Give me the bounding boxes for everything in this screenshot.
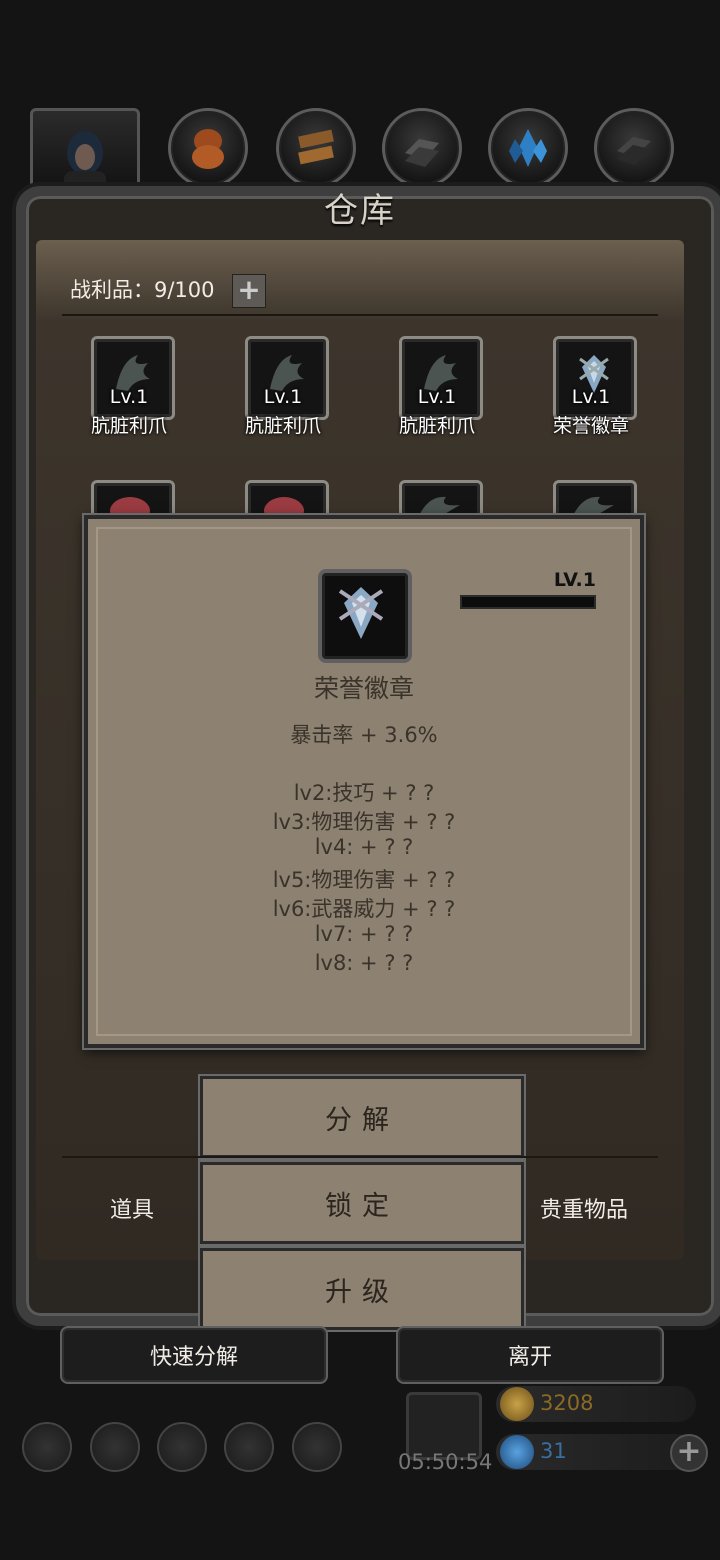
inventory-item[interactable]: Lv.1 肮脏利爪 [382,336,492,446]
blue-crystal-icon [509,129,547,167]
item-level: Lv.1 [571,386,611,408]
badge-icon [318,569,412,663]
expand-slots-button[interactable]: + [232,274,266,308]
item-level: Lv.1 [417,386,457,408]
item-detail-popup: LV.1 荣誉徽章 暴击率 + 3.6% lv2:技巧 + ? ? lv3:物理… [84,515,644,1048]
unlock-line: lv7: + ? ? [314,922,414,946]
add-gems-button[interactable]: + [670,1434,708,1472]
divider [62,1156,658,1158]
page-title: 仓库 [324,190,396,231]
gem-icon [500,1435,534,1469]
dark-metal-icon [617,137,651,165]
decompose-button[interactable]: 分解 [200,1076,524,1158]
item-title: 荣誉徽章 [313,674,414,703]
gold-amount: 3208 [540,1391,594,1415]
gold-coin-icon [500,1387,534,1421]
map-icon[interactable] [157,1422,207,1472]
lock-button[interactable]: 锁定 [200,1162,524,1244]
item-level: Lv.1 [263,386,303,408]
unlock-line: lv3:物理伤害 + ? ? [272,810,456,834]
iron-ingot-icon [405,139,439,167]
experience-bar [460,595,596,609]
item-name: 肮脏利爪 [90,415,167,437]
wood-planks-icon [298,129,334,165]
inventory-item[interactable]: Lv.1 肮脏利爪 [228,336,338,446]
tab-items[interactable]: 道具 [110,1192,154,1224]
mail-icon[interactable] [224,1422,274,1472]
item-name: 肮脏利爪 [244,415,321,437]
item-name: 肮脏利爪 [398,415,475,437]
leave-button[interactable]: 离开 [396,1326,664,1384]
quick-decompose-button[interactable]: 快速分解 [60,1326,328,1384]
divider [62,314,658,316]
leather-material-icon [192,129,224,169]
unlock-line: lv6:武器威力 + ? ? [272,897,456,921]
tab-dark-metal[interactable] [594,108,674,188]
tab-valuables[interactable]: 贵重物品 [540,1192,628,1224]
inventory-item[interactable]: Lv.1 荣誉徽章 [536,336,646,446]
tab-leather[interactable] [168,108,248,188]
settings-icon[interactable] [22,1422,72,1472]
unlock-line: lv8: + ? ? [314,951,414,975]
tab-crystal[interactable] [488,108,568,188]
unlock-line: lv5:物理伤害 + ? ? [272,868,456,892]
upgrade-button[interactable]: 升级 [200,1248,524,1330]
item-level-label: LV.1 [553,569,596,591]
title-plate: 仓库 [280,172,440,242]
item-name: 荣誉徽章 [552,415,629,437]
gift-timer: 05:50:54 [398,1450,493,1474]
item-stat: 暴击率 + 3.6% [290,723,438,747]
inventory-item[interactable]: Lv.1 肮脏利爪 [74,336,184,446]
unlock-line: lv4: + ? ? [314,835,414,859]
loot-slot-count: 战利品：9/100 [70,278,215,302]
gem-amount: 31 [540,1439,567,1463]
achievement-icon[interactable] [90,1422,140,1472]
unlock-line: lv2:技巧 + ? ? [293,781,435,805]
item-level: Lv.1 [109,386,149,408]
shop-icon[interactable] [292,1422,342,1472]
